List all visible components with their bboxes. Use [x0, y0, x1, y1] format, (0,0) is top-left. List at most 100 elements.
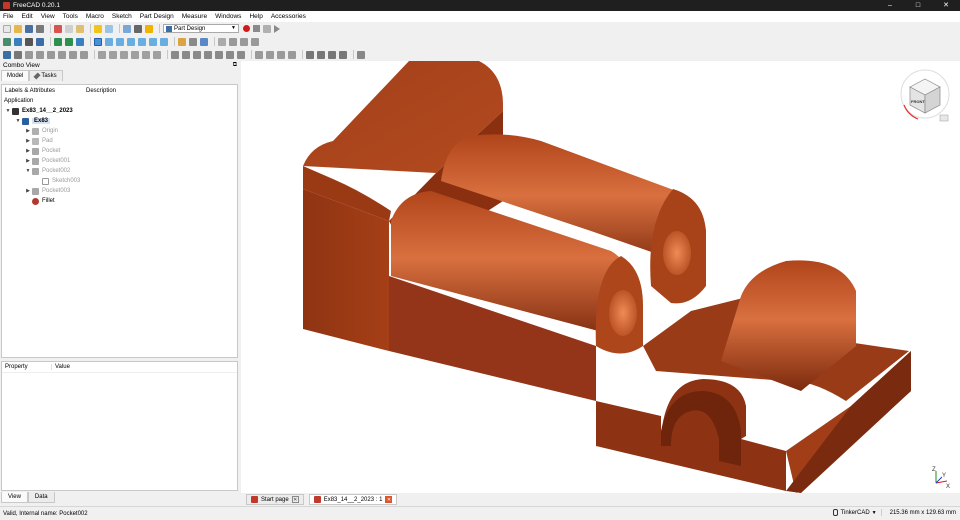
- menu-view[interactable]: View: [41, 13, 55, 20]
- left-view-icon[interactable]: [160, 37, 168, 46]
- save-icon[interactable]: [25, 24, 33, 33]
- measure-distance-icon[interactable]: [200, 37, 208, 46]
- chevron-down-icon[interactable]: ▼: [24, 168, 32, 174]
- tree-item-pocket002[interactable]: ▼ Pocket002: [2, 166, 237, 176]
- record-macro-icon[interactable]: [243, 25, 250, 32]
- tab-start-page[interactable]: Start page ✕: [246, 494, 304, 505]
- menu-edit[interactable]: Edit: [21, 13, 32, 20]
- isometric-view-icon[interactable]: [94, 37, 102, 46]
- cut-icon[interactable]: [54, 24, 62, 33]
- datum-plane-icon[interactable]: [47, 50, 55, 59]
- close-tab-icon[interactable]: ✕: [291, 496, 299, 503]
- map-sketch-icon[interactable]: [251, 37, 259, 46]
- menu-file[interactable]: File: [3, 13, 13, 20]
- clone-icon[interactable]: [80, 50, 88, 59]
- multi-transform-icon[interactable]: [288, 50, 296, 59]
- body-icon[interactable]: [3, 50, 11, 59]
- shape-binder-icon[interactable]: [69, 50, 77, 59]
- tab-model[interactable]: Model: [1, 70, 30, 81]
- fillet-icon[interactable]: [306, 50, 314, 59]
- mirrored-icon[interactable]: [255, 50, 263, 59]
- property-column-header[interactable]: Property: [2, 364, 52, 370]
- stop-macro-icon[interactable]: [253, 25, 260, 32]
- tree-item-pocket001[interactable]: ▶ Pocket001: [2, 156, 237, 166]
- bottom-view-icon[interactable]: [149, 37, 157, 46]
- execute-macro-icon[interactable]: [274, 24, 280, 33]
- datum-line-icon[interactable]: [36, 50, 44, 59]
- labels-column-header[interactable]: Labels & Attributes: [2, 88, 83, 94]
- loft-icon[interactable]: [120, 50, 128, 59]
- boolean-icon[interactable]: [357, 50, 365, 59]
- subtractive-primitive-icon[interactable]: [237, 50, 245, 59]
- menu-help[interactable]: Help: [249, 13, 262, 20]
- menu-measure[interactable]: Measure: [182, 13, 207, 20]
- subtractive-pipe-icon[interactable]: [215, 50, 223, 59]
- menu-part-design[interactable]: Part Design: [140, 13, 174, 20]
- copy-icon[interactable]: [65, 24, 73, 33]
- sketch-icon[interactable]: [14, 50, 22, 59]
- new-group-icon[interactable]: [178, 37, 186, 46]
- tree-item-fillet[interactable]: Fillet: [2, 196, 237, 206]
- chevron-down-icon[interactable]: ▼: [4, 108, 12, 114]
- front-view-icon[interactable]: [105, 37, 113, 46]
- maximize-icon[interactable]: □: [904, 0, 932, 11]
- fit-all-icon[interactable]: [3, 37, 11, 46]
- undo-icon[interactable]: [94, 24, 102, 33]
- tree-item-document[interactable]: ▼ Ex83_14__2_2023: [2, 106, 237, 116]
- subtractive-loft-icon[interactable]: [204, 50, 212, 59]
- datum-point-icon[interactable]: [25, 50, 33, 59]
- tab-tasks[interactable]: Tasks: [29, 70, 63, 81]
- value-column-header[interactable]: Value: [52, 364, 70, 370]
- part-icon[interactable]: [189, 37, 197, 46]
- tree-item-sketch003[interactable]: Sketch003: [2, 176, 237, 186]
- refresh-icon[interactable]: [123, 24, 131, 33]
- chevron-right-icon[interactable]: ▶: [24, 188, 32, 194]
- linear-pattern-icon[interactable]: [266, 50, 274, 59]
- menu-macro[interactable]: Macro: [86, 13, 104, 20]
- helix-icon[interactable]: [142, 50, 150, 59]
- chevron-right-icon[interactable]: ▶: [24, 148, 32, 154]
- chevron-down-icon[interactable]: ▼: [14, 118, 22, 124]
- pocket-icon[interactable]: [171, 50, 179, 59]
- create-body-icon[interactable]: [218, 37, 226, 46]
- tab-view[interactable]: View: [1, 492, 28, 503]
- 3d-viewport[interactable]: FRONT Z X Y: [241, 61, 960, 493]
- redo-icon[interactable]: [105, 24, 113, 33]
- open-file-icon[interactable]: [14, 24, 22, 33]
- navigation-cube[interactable]: FRONT: [896, 65, 954, 127]
- minimize-icon[interactable]: –: [876, 0, 904, 11]
- chevron-right-icon[interactable]: ▶: [24, 138, 32, 144]
- description-column-header[interactable]: Description: [83, 88, 116, 94]
- chamfer-icon[interactable]: [317, 50, 325, 59]
- draw-style-icon[interactable]: [25, 37, 33, 46]
- back-arrow-icon[interactable]: [54, 37, 62, 46]
- navigation-style-selector[interactable]: TinkerCAD ▼: [832, 509, 882, 516]
- fit-selection-icon[interactable]: [14, 37, 22, 46]
- rear-view-icon[interactable]: [138, 37, 146, 46]
- forward-arrow-icon[interactable]: [65, 37, 73, 46]
- view-box-icon[interactable]: [134, 24, 142, 33]
- top-view-icon[interactable]: [116, 37, 124, 46]
- tree-item-pad[interactable]: ▶ Pad: [2, 136, 237, 146]
- new-file-icon[interactable]: [3, 24, 11, 33]
- float-panel-icon[interactable]: ⧉: [233, 61, 237, 70]
- menu-windows[interactable]: Windows: [215, 13, 241, 20]
- polar-pattern-icon[interactable]: [277, 50, 285, 59]
- whats-this-icon[interactable]: [145, 24, 153, 33]
- right-view-icon[interactable]: [127, 37, 135, 46]
- pad-icon[interactable]: [98, 50, 106, 59]
- draft-icon[interactable]: [328, 50, 336, 59]
- create-sketch-icon[interactable]: [229, 37, 237, 46]
- additive-primitive-icon[interactable]: [153, 50, 161, 59]
- menu-accessories[interactable]: Accessories: [271, 13, 306, 20]
- tree-item-pocket[interactable]: ▶ Pocket: [2, 146, 237, 156]
- pipe-icon[interactable]: [131, 50, 139, 59]
- paste-icon[interactable]: [76, 24, 84, 33]
- tree-item-origin[interactable]: ▶ Origin: [2, 126, 237, 136]
- macros-icon[interactable]: [263, 24, 271, 33]
- 3d-model-render[interactable]: [241, 61, 960, 493]
- chevron-right-icon[interactable]: ▶: [24, 128, 32, 134]
- thickness-icon[interactable]: [339, 50, 347, 59]
- close-icon[interactable]: ✕: [932, 0, 960, 11]
- revolution-icon[interactable]: [109, 50, 117, 59]
